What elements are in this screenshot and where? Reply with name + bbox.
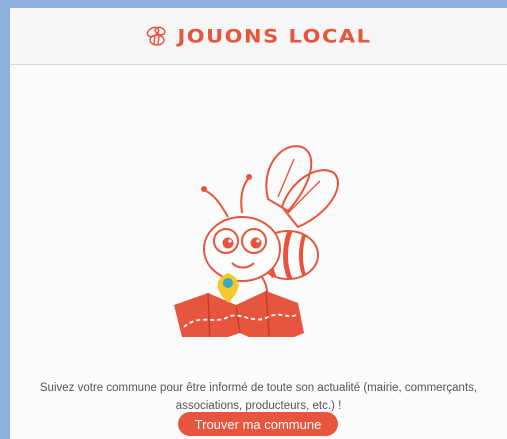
app-logo-text: JOUONS LOCAL [177, 25, 372, 47]
bee-on-map-icon [174, 145, 339, 337]
app-window: JOUONS LOCAL Suivez votre commune pour ê… [10, 8, 507, 439]
bee-icon [147, 26, 167, 46]
main-content: Suivez votre commune pour être informé d… [10, 65, 507, 439]
app-header: JOUONS LOCAL [10, 8, 507, 65]
find-commune-button[interactable]: Trouver ma commune [178, 412, 338, 436]
info-message: Suivez votre commune pour être informé d… [39, 381, 478, 412]
